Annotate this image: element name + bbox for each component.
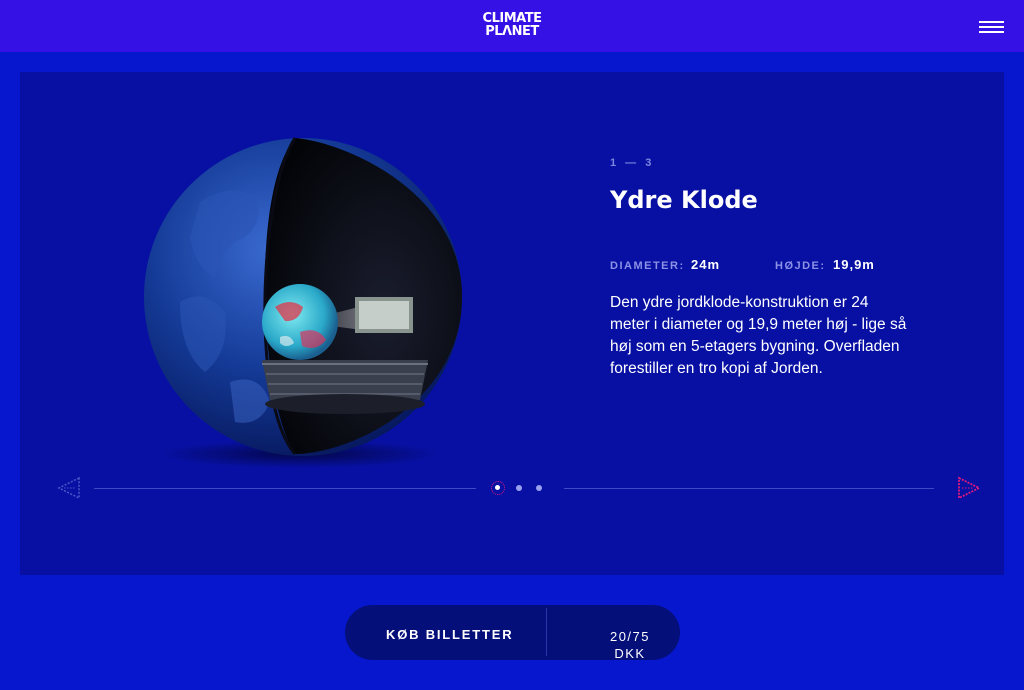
hamburger-icon[interactable]: [976, 16, 1006, 36]
logo-line-2: PLΛNET: [485, 24, 539, 39]
buy-tickets-button[interactable]: KØB BILLETTER 20/75 DKK: [345, 605, 680, 661]
triangle-left-icon[interactable]: [56, 476, 82, 500]
climate-planet-logo[interactable]: CLIMATE PLΛNET: [470, 12, 554, 38]
slide-stats: DIAMETER: 24m HØJDE: 19,9m: [610, 257, 910, 277]
top-bar: CLIMATE PLΛNET: [0, 0, 1024, 52]
slide-title: Ydre Klode: [610, 186, 758, 214]
diameter-label: DIAMETER:: [610, 260, 685, 272]
carousel-dots: [488, 480, 550, 496]
carousel-dot-2[interactable]: [516, 485, 522, 491]
carousel-track-right: [564, 488, 934, 489]
buy-tickets-label: KØB BILLETTER: [386, 627, 514, 642]
slide-description: Den ydre jordklode-konstruktion er 24 me…: [610, 294, 907, 377]
carousel-track-left: [94, 488, 476, 489]
carousel-dot-1[interactable]: [491, 481, 505, 495]
ticket-price: 20/75 DKK: [609, 629, 651, 661]
slide-panel: 1 — 3 Ydre Klode DIAMETER: 24m HØJDE: 19…: [20, 72, 1004, 575]
carousel-dot-3[interactable]: [536, 485, 542, 491]
diameter-value: 24m: [691, 257, 721, 272]
triangle-right-icon[interactable]: [956, 476, 982, 500]
globe-cutaway-illustration: [140, 132, 470, 472]
slide-counter: 1 — 3: [610, 157, 655, 169]
height-value: 19,9m: [833, 257, 875, 272]
height-label: HØJDE:: [775, 260, 826, 272]
ticket-divider: [546, 608, 547, 656]
